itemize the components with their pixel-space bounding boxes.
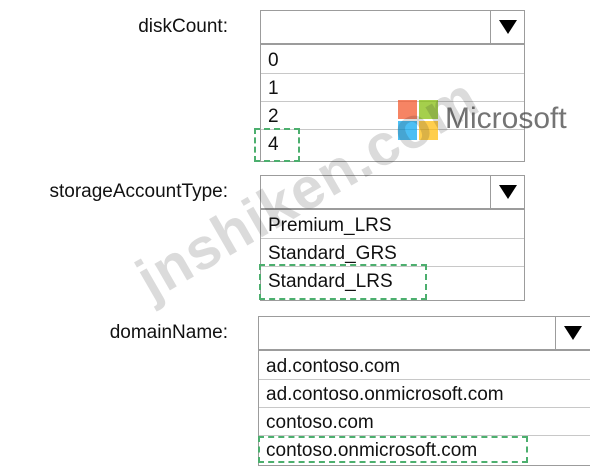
domain-name-option[interactable]: contoso.com <box>259 409 590 436</box>
disk-count-dropdown-button[interactable] <box>490 11 524 43</box>
disk-count-option[interactable]: 0 <box>261 47 524 74</box>
storage-account-type-dropdown-button[interactable] <box>490 176 524 208</box>
disk-count-label: diskCount: <box>138 16 228 37</box>
storage-account-type-option[interactable]: Premium_LRS <box>261 212 524 239</box>
storage-account-type-dropdown[interactable] <box>260 175 525 209</box>
disk-count-option[interactable]: 4 <box>261 131 524 158</box>
domain-name-listbox: ad.contoso.com ad.contoso.onmicrosoft.co… <box>258 350 590 466</box>
domain-name-option[interactable]: ad.contoso.com <box>259 353 590 380</box>
storage-account-type-option[interactable]: Standard_LRS <box>261 268 524 295</box>
disk-count-dropdown[interactable] <box>260 10 525 44</box>
storage-account-type-option[interactable]: Standard_GRS <box>261 240 524 267</box>
domain-name-label: domainName: <box>109 322 228 343</box>
storage-account-type-listbox: Premium_LRS Standard_GRS Standard_LRS <box>260 209 525 301</box>
disk-count-option[interactable]: 2 <box>261 103 524 130</box>
disk-count-option[interactable]: 1 <box>261 75 524 102</box>
chevron-down-icon <box>563 326 582 340</box>
disk-count-listbox: 0 1 2 4 <box>260 44 525 162</box>
domain-name-option[interactable]: ad.contoso.onmicrosoft.com <box>259 381 590 408</box>
domain-name-dropdown-button[interactable] <box>555 317 589 349</box>
storage-account-type-label: storageAccountType: <box>49 181 229 202</box>
domain-name-dropdown[interactable] <box>258 316 590 350</box>
chevron-down-icon <box>498 20 517 34</box>
chevron-down-icon <box>498 185 517 199</box>
domain-name-option[interactable]: contoso.onmicrosoft.com <box>259 437 590 464</box>
